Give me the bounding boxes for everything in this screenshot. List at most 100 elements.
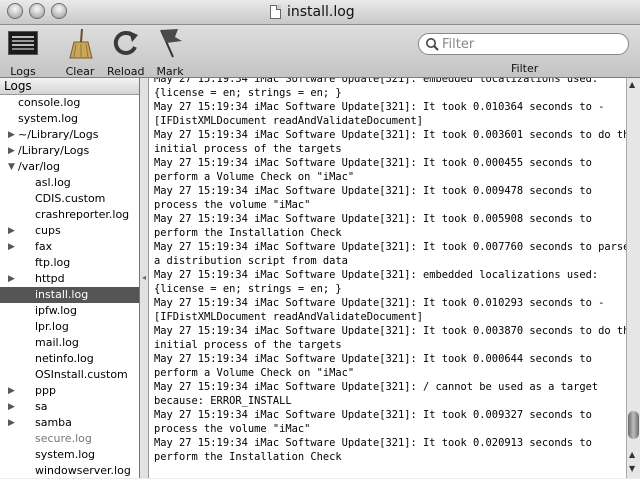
sidebar-item[interactable]: secure.log: [0, 431, 139, 447]
log-line: May 27 15:19:34 iMac Software Update[321…: [154, 381, 599, 393]
reload-icon: [108, 27, 144, 59]
scroll-up-arrow-icon[interactable]: ▲: [629, 450, 635, 459]
disclosure-right-icon[interactable]: ▶: [8, 223, 15, 239]
log-line: May 27 15:19:34 iMac Software Update[321…: [154, 213, 592, 225]
sidebar-item[interactable]: lpr.log: [0, 319, 139, 335]
sidebar-item[interactable]: ▶ fax: [0, 239, 139, 255]
document-icon: [270, 5, 281, 19]
disclosure-right-icon[interactable]: ▶: [8, 143, 15, 159]
filter-placeholder: Filter: [442, 36, 475, 52]
sidebar-item[interactable]: console.log: [0, 95, 139, 111]
zoom-window-button[interactable]: [51, 3, 67, 19]
disclosure-right-icon[interactable]: ▶: [8, 399, 15, 415]
title-bar: install.log: [0, 0, 640, 25]
log-line: perform the Installation Check: [154, 451, 342, 463]
log-line: [IFDistXMLDocument readAndValidateDocume…: [154, 311, 423, 323]
sidebar-item-label: sa: [35, 400, 48, 413]
sidebar-item[interactable]: system.log: [0, 447, 139, 463]
filter-label: Filter: [511, 62, 539, 75]
sidebar-item[interactable]: OSInstall.custom: [0, 367, 139, 383]
sidebar-item-label: asl.log: [35, 176, 71, 189]
sidebar-item[interactable]: ▶ sa: [0, 399, 139, 415]
log-line: process the volume "iMac": [154, 423, 311, 435]
sidebar-item[interactable]: ▶ ppp: [0, 383, 139, 399]
close-window-button[interactable]: [7, 3, 23, 19]
sidebar-item[interactable]: crashreporter.log: [0, 207, 139, 223]
log-line: perform a Volume Check on "iMac": [154, 171, 355, 183]
scroll-down-arrow-icon[interactable]: ▼: [629, 464, 635, 473]
sidebar-item-label: /Library/Logs: [18, 144, 90, 157]
disclosure-right-icon[interactable]: ▶: [8, 127, 15, 143]
sidebar-item-label: /var/log: [18, 160, 60, 173]
broom-icon: [62, 27, 98, 59]
vertical-scrollbar[interactable]: ▲ ▲ ▼: [626, 78, 640, 478]
sidebar-header: Logs: [0, 78, 139, 95]
log-line: May 27 15:19:34 iMac Software Update[321…: [154, 101, 605, 113]
sidebar-item-label: netinfo.log: [35, 352, 94, 365]
disclosure-right-icon[interactable]: ▶: [8, 383, 15, 399]
split-view-divider[interactable]: ◂: [140, 78, 149, 478]
sidebar-item-label: mail.log: [35, 336, 79, 349]
sidebar-item[interactable]: netinfo.log: [0, 351, 139, 367]
sidebar-item[interactable]: install.log: [0, 287, 139, 303]
search-icon: [426, 38, 439, 51]
log-content[interactable]: May 27 15:19:34 iMac Software Update[321…: [149, 78, 626, 478]
disclosure-right-icon[interactable]: ▶: [8, 239, 15, 255]
log-line: May 27 15:19:34 iMac Software Update[321…: [154, 409, 592, 421]
sidebar-item-label: lpr.log: [35, 320, 69, 333]
logs-button[interactable]: Logs: [5, 27, 41, 78]
log-line: perform the Installation Check: [154, 227, 342, 239]
minimize-window-button[interactable]: [29, 3, 45, 19]
sidebar-item[interactable]: windowserver.log: [0, 463, 139, 479]
logs-sidebar: Logs console.log system.log ▶ ~/Library/Log…: [0, 78, 140, 478]
sidebar-item[interactable]: ▼/var/log: [0, 159, 139, 175]
log-line: May 27 15:19:34 iMac Software Update[321…: [154, 157, 592, 169]
scroll-up-arrow-icon[interactable]: ▲: [629, 80, 635, 89]
sidebar-item[interactable]: ▶ samba: [0, 415, 139, 431]
sidebar-item-label: ftp.log: [35, 256, 71, 269]
disclosure-right-icon[interactable]: ▶: [8, 271, 15, 287]
sidebar-item[interactable]: ipfw.log: [0, 303, 139, 319]
sidebar-item[interactable]: ▶ httpd: [0, 271, 139, 287]
window-title: install.log: [270, 3, 355, 21]
log-line: process the volume "iMac": [154, 199, 311, 211]
log-line: [IFDistXMLDocument readAndValidateDocume…: [154, 115, 423, 127]
sidebar-item[interactable]: ▶/Library/Logs: [0, 143, 139, 159]
scroll-thumb[interactable]: [628, 411, 639, 439]
sidebar-item[interactable]: system.log: [0, 111, 139, 127]
log-line: {license = en; strings = en; }: [154, 87, 342, 99]
sidebar-item[interactable]: ▶ cups: [0, 223, 139, 239]
sidebar-item-label: system.log: [18, 112, 79, 125]
log-line: because: ERROR_INSTALL: [154, 395, 292, 407]
sidebar-item-label: crashreporter.log: [35, 208, 130, 221]
log-line: a distribution script from data: [154, 255, 348, 267]
sidebar-item-label: httpd: [35, 272, 65, 285]
reload-button[interactable]: Reload: [107, 27, 144, 78]
disclosure-right-icon[interactable]: ▶: [8, 415, 15, 431]
log-line: May 27 15:19:34 iMac Software Update[321…: [154, 325, 626, 337]
log-line: May 27 15:19:34 iMac Software Update[321…: [154, 437, 592, 449]
disclosure-down-icon[interactable]: ▼: [8, 159, 15, 175]
sidebar-item-label: install.log: [35, 288, 89, 301]
mark-button[interactable]: Mark: [152, 27, 188, 78]
sidebar-item-label: console.log: [18, 96, 81, 109]
window-title-text: install.log: [287, 4, 355, 20]
clear-label: Clear: [65, 65, 95, 78]
sidebar-item[interactable]: asl.log: [0, 175, 139, 191]
sidebar-item[interactable]: ftp.log: [0, 255, 139, 271]
sidebar-item-label: CDIS.custom: [35, 192, 106, 205]
sidebar-item-label: ipfw.log: [35, 304, 77, 317]
sidebar-item[interactable]: CDIS.custom: [0, 191, 139, 207]
logs-label: Logs: [10, 65, 36, 78]
flag-icon: [152, 27, 188, 59]
filter-search-field[interactable]: Filter: [418, 33, 629, 55]
log-line: May 27 15:19:34 iMac Software Update[321…: [154, 269, 599, 281]
clear-button[interactable]: Clear: [62, 27, 98, 78]
log-line: May 27 15:19:34 iMac Software Update[321…: [154, 78, 599, 85]
sidebar-item[interactable]: mail.log: [0, 335, 139, 351]
sidebar-item-label: windowserver.log: [35, 464, 131, 477]
sidebar-item[interactable]: ▶ ~/Library/Logs: [0, 127, 139, 143]
sidebar-item-label: ppp: [35, 384, 56, 397]
divider-handle-icon: ◂: [142, 273, 147, 282]
sidebar-item-label: secure.log: [35, 432, 92, 445]
